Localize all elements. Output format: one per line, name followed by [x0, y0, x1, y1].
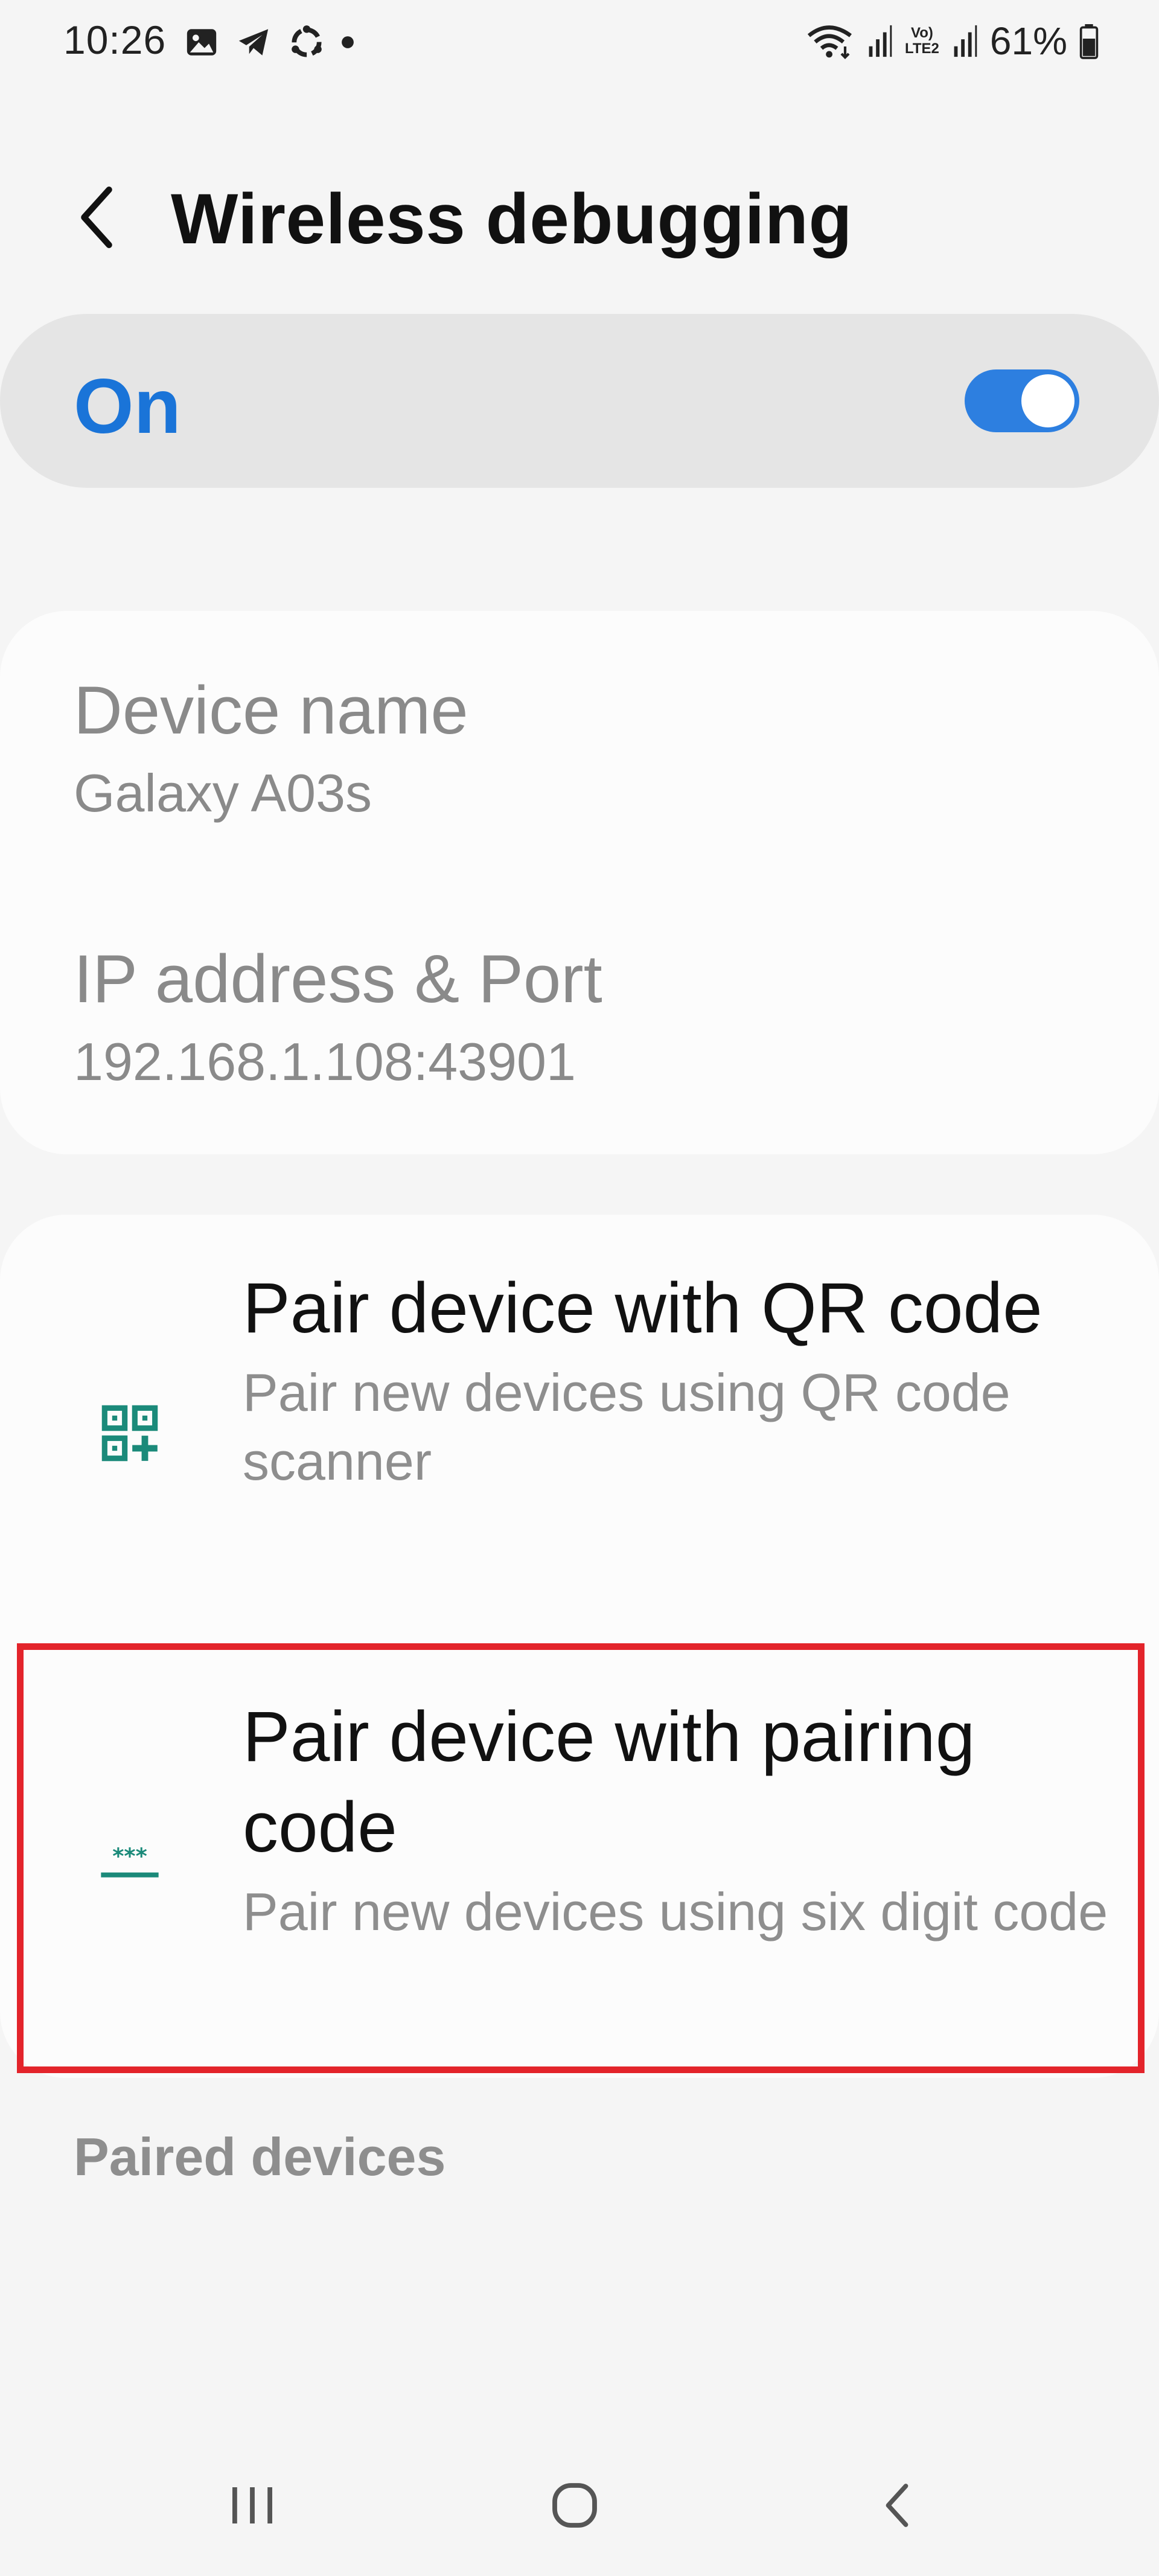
master-switch-label: On	[74, 363, 181, 450]
device-info-card: Device name Galaxy A03s IP address & Por…	[0, 611, 1159, 1154]
pair-with-code-title: Pair device with pairing code	[243, 1697, 975, 1867]
home-button[interactable]	[514, 2445, 635, 2566]
recent-apps-icon	[232, 2487, 272, 2523]
pair-with-qr-item[interactable]: Pair device with QR code Pair new device…	[0, 1215, 1159, 1637]
wifi-icon	[807, 25, 852, 59]
back-button[interactable]	[66, 181, 127, 254]
signal-icon	[954, 25, 977, 57]
pairing-options-card: Pair device with QR code Pair new device…	[0, 1215, 1159, 2078]
status-icons-right: Vo) LTE2 61%	[807, 17, 1099, 65]
gallery-icon	[187, 29, 217, 56]
recent-apps-button[interactable]	[192, 2445, 313, 2566]
pair-with-code-item[interactable]: *** Pair device with pairing code Pair n…	[0, 1643, 1159, 2072]
volte-label-bottom: LTE2	[905, 40, 939, 57]
svg-text:***: ***	[112, 1843, 147, 1869]
toggle-knob	[1021, 374, 1074, 427]
telegram-icon	[238, 29, 269, 56]
volte-label-top: Vo)	[911, 25, 933, 41]
page-title: Wireless debugging	[171, 179, 853, 259]
device-name-item[interactable]: Device name Galaxy A03s	[74, 671, 468, 824]
status-time: 10:26	[63, 18, 167, 62]
device-name-title: Device name	[74, 673, 468, 748]
pair-with-qr-summary: Pair new devices using QR code scanner	[243, 1363, 1011, 1491]
ip-address-value: 192.168.1.108:43901	[74, 1032, 576, 1091]
pairing-code-icon: ***	[91, 1824, 169, 1903]
pair-with-qr-title: Pair device with QR code	[243, 1268, 1042, 1348]
nav-back-icon	[886, 2484, 908, 2527]
qr-code-icon	[91, 1394, 169, 1472]
battery-percent: 61%	[989, 19, 1067, 63]
wireless-debugging-toggle[interactable]	[965, 369, 1079, 432]
pair-with-qr-text: Pair device with QR code Pair new device…	[243, 1263, 1118, 1496]
battery-icon	[1079, 24, 1099, 59]
pair-with-code-summary: Pair new devices using six digit code	[243, 1882, 1108, 1942]
nav-back-button[interactable]	[837, 2445, 957, 2566]
sync-app-icon	[292, 25, 322, 57]
signal-icon	[869, 25, 892, 57]
pair-with-code-text: Pair device with pairing code Pair new d…	[243, 1692, 1118, 1946]
volte-icon: Vo) LTE2	[905, 25, 939, 57]
status-bar: 10:26 Vo) LTE2 61%	[0, 0, 1159, 91]
master-switch-bar[interactable]: On	[0, 314, 1159, 488]
back-arrow-icon	[81, 187, 112, 248]
ip-address-title: IP address & Port	[74, 941, 602, 1017]
paired-devices-header: Paired devices	[74, 2127, 446, 2187]
navigation-bar	[0, 2427, 1159, 2576]
home-icon	[552, 2483, 597, 2528]
status-icons-left	[184, 18, 354, 66]
ip-address-item: IP address & Port 192.168.1.108:43901	[74, 940, 602, 1093]
notification-dot-icon	[342, 36, 354, 48]
device-name-value: Galaxy A03s	[74, 763, 372, 823]
